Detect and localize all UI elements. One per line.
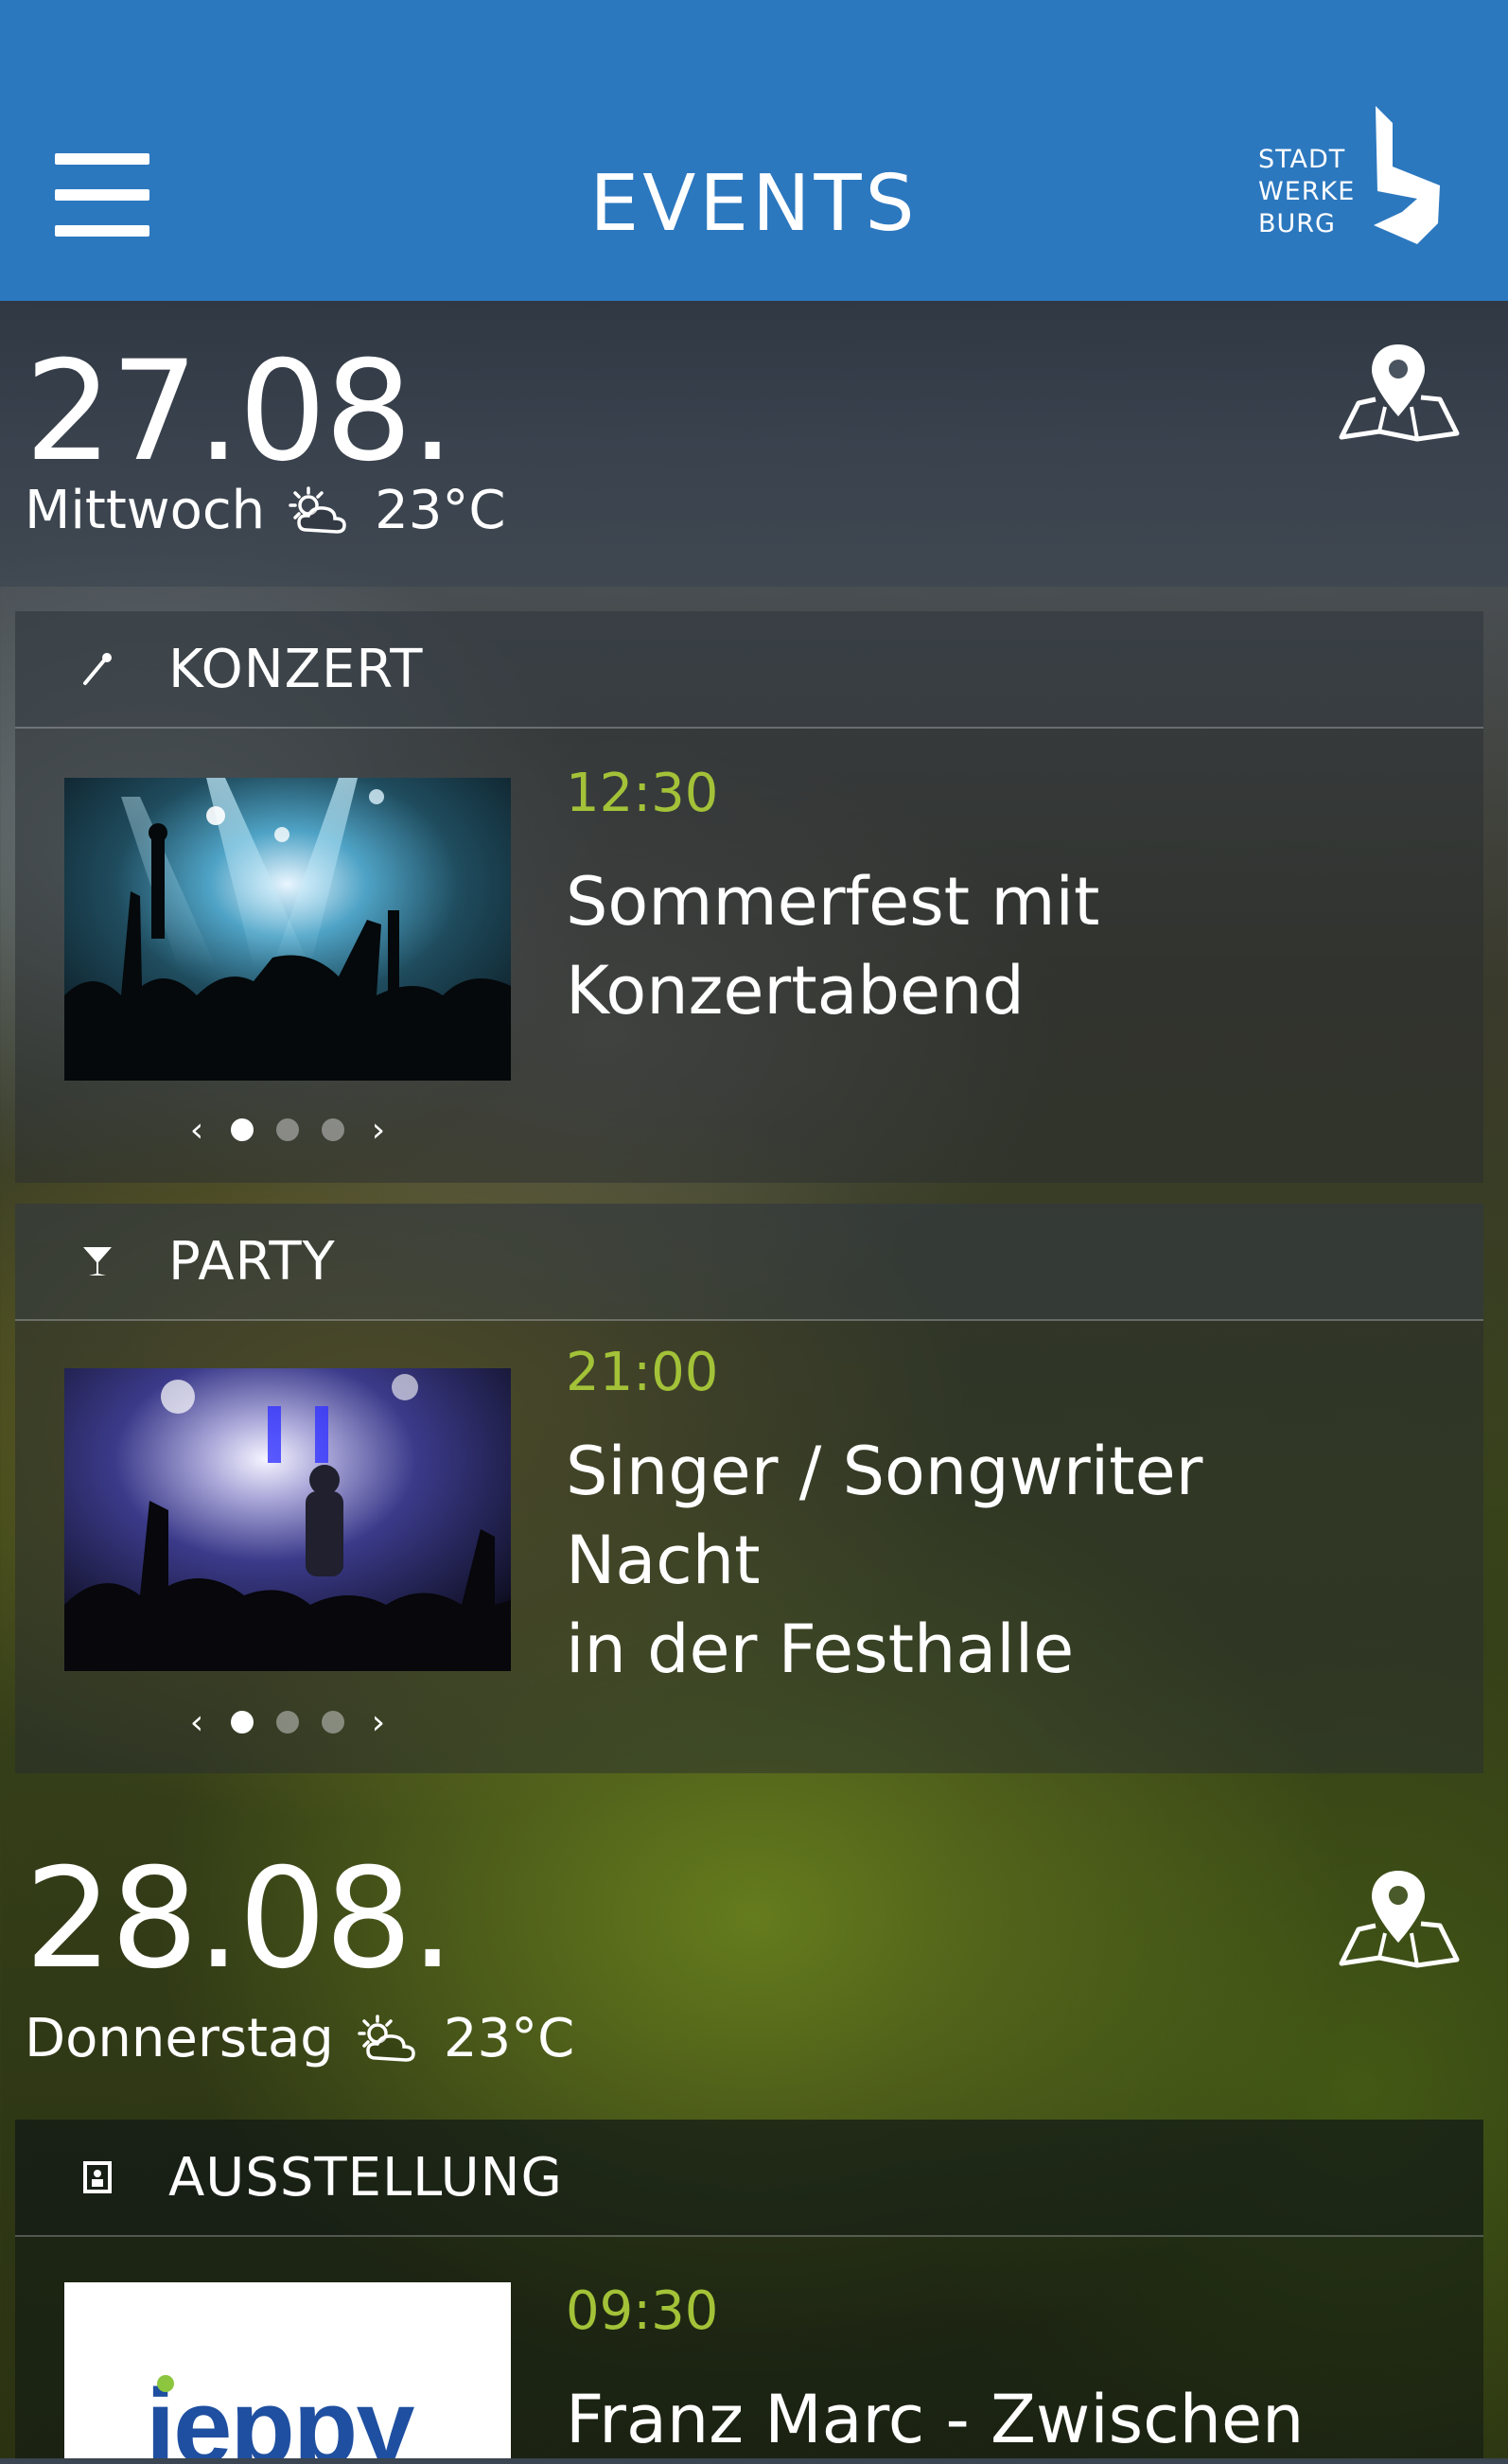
day-weekday: Donnerstag <box>25 2008 334 2069</box>
event-card-konzert[interactable]: KONZERT 12:30 Sommerfest mit Konzertaben… <box>15 611 1483 1183</box>
event-title[interactable]: Sommerfest mit Konzertabend <box>566 857 1417 1035</box>
event-time: 09:30 <box>566 2280 719 2342</box>
cocktail-icon <box>83 1247 112 1276</box>
logo-mark-icon <box>1374 106 1440 244</box>
pager-dot[interactable] <box>231 1711 254 1734</box>
event-card-party[interactable]: PARTY 21:00 Singer / Songwriter Nacht in… <box>15 1204 1483 1773</box>
exhibition-icon <box>83 2161 112 2193</box>
day-header: 28.08. Donnerstag 23°C <box>0 1812 1508 2115</box>
image-pager: ‹ › <box>185 1703 390 1742</box>
event-category: PARTY <box>168 1230 336 1293</box>
day-temperature: 23°C <box>443 2008 575 2069</box>
map-pin-icon[interactable] <box>1338 341 1461 445</box>
event-category-header: PARTY <box>15 1204 1483 1321</box>
logo-dot <box>157 2375 174 2392</box>
map-pin-icon[interactable] <box>1338 1867 1461 1971</box>
image-pager: ‹ › <box>185 1111 390 1150</box>
event-title[interactable]: Singer / Songwriter Nacht in der Festhal… <box>566 1427 1417 1694</box>
day-weekday-weather: Donnerstag 23°C <box>25 2011 574 2068</box>
event-category: AUSSTELLUNG <box>168 2146 563 2209</box>
partly-cloudy-icon <box>289 486 346 534</box>
pager-prev-icon[interactable]: ‹ <box>185 1703 208 1742</box>
day-date: 27.08. <box>25 331 454 492</box>
event-card-ausstellung[interactable]: AUSSTELLUNG jeppy 09:30 Franz Marc - Zwi… <box>15 2120 1483 2458</box>
event-category-header: KONZERT <box>15 611 1483 729</box>
day-temperature: 23°C <box>375 480 506 541</box>
singer-stage-photo[interactable] <box>64 1368 511 1671</box>
event-time: 12:30 <box>566 763 719 824</box>
day-date: 28.08. <box>25 1839 454 1999</box>
event-category: KONZERT <box>168 638 424 700</box>
partly-cloudy-icon <box>358 2015 415 2062</box>
pager-dot[interactable] <box>276 1711 299 1734</box>
pager-dot[interactable] <box>322 1711 344 1734</box>
jeppy-logo[interactable]: jeppy <box>64 2282 511 2458</box>
event-category-header: AUSSTELLUNG <box>15 2120 1483 2237</box>
event-title[interactable]: Franz Marc - Zwischen <box>566 2375 1417 2464</box>
microphone-icon <box>83 653 112 685</box>
pager-next-icon[interactable]: › <box>367 1111 390 1150</box>
stadtwerke-burg-logo[interactable]: STADT WERKE BURG <box>1258 102 1447 263</box>
pager-dot[interactable] <box>231 1118 254 1141</box>
pager-dot[interactable] <box>276 1118 299 1141</box>
event-time: 21:00 <box>566 1342 719 1403</box>
pager-dot[interactable] <box>322 1118 344 1141</box>
day-weekday: Mittwoch <box>25 480 266 541</box>
pager-next-icon[interactable]: › <box>367 1703 390 1742</box>
app-header: EVENTS STADT WERKE BURG <box>0 0 1508 301</box>
day-weekday-weather: Mittwoch 23°C <box>25 483 506 539</box>
day-header: 27.08. Mittwoch 23°C <box>0 301 1508 587</box>
concert-crowd-photo[interactable] <box>64 778 511 1081</box>
pager-prev-icon[interactable]: ‹ <box>185 1111 208 1150</box>
